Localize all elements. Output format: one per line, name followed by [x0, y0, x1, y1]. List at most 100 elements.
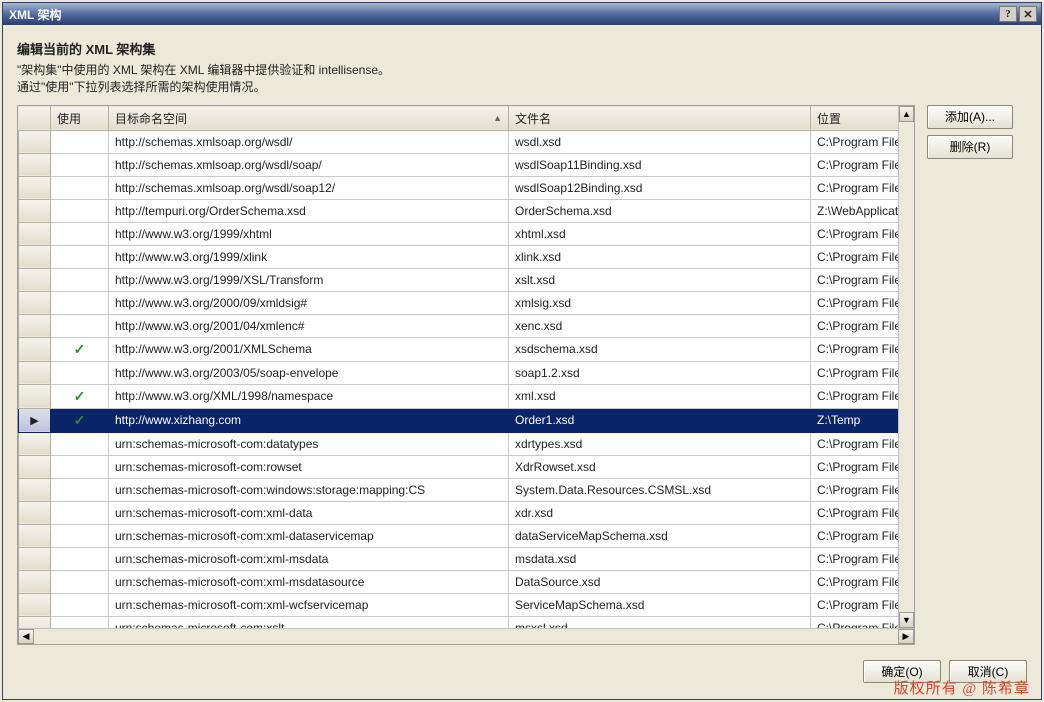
filename-cell[interactable]: wsdlSoap12Binding.xsd: [509, 176, 811, 199]
namespace-cell[interactable]: urn:schemas-microsoft-com:xml-data: [109, 501, 509, 524]
table-row[interactable]: ✓http://www.w3.org/2001/XMLSchemaxsdsche…: [19, 337, 899, 361]
row-header[interactable]: [19, 314, 51, 337]
location-cell[interactable]: C:\Program Files\Mic: [811, 524, 899, 547]
namespace-cell[interactable]: urn:schemas-microsoft-com:datatypes: [109, 432, 509, 455]
filename-cell[interactable]: xdrtypes.xsd: [509, 432, 811, 455]
scroll-down-icon[interactable]: ▼: [899, 612, 914, 628]
row-header[interactable]: [19, 616, 51, 628]
use-cell[interactable]: [51, 268, 109, 291]
namespace-cell[interactable]: http://www.xizhang.com: [109, 408, 509, 432]
use-cell[interactable]: [51, 176, 109, 199]
filename-cell[interactable]: wsdlSoap11Binding.xsd: [509, 153, 811, 176]
namespace-cell[interactable]: http://www.w3.org/XML/1998/namespace: [109, 384, 509, 408]
use-cell[interactable]: [51, 593, 109, 616]
scroll-right-icon[interactable]: ▶: [898, 629, 914, 644]
use-cell[interactable]: [51, 501, 109, 524]
use-cell[interactable]: [51, 570, 109, 593]
use-cell[interactable]: ✓: [51, 408, 109, 432]
location-cell[interactable]: C:\Program Files\Mic: [811, 291, 899, 314]
location-cell[interactable]: C:\Program Files\Mic: [811, 455, 899, 478]
location-cell[interactable]: C:\Program Files\Mic: [811, 222, 899, 245]
namespace-cell[interactable]: urn:schemas-microsoft-com:xml-wcfservice…: [109, 593, 509, 616]
namespace-cell[interactable]: http://www.w3.org/2003/05/soap-envelope: [109, 361, 509, 384]
filename-cell[interactable]: msdata.xsd: [509, 547, 811, 570]
filename-cell[interactable]: wsdl.xsd: [509, 130, 811, 153]
namespace-cell[interactable]: http://schemas.xmlsoap.org/wsdl/soap/: [109, 153, 509, 176]
row-header[interactable]: [19, 524, 51, 547]
table-row[interactable]: ▶✓http://www.xizhang.comOrder1.xsdZ:\Tem…: [19, 408, 899, 432]
table-row[interactable]: http://www.w3.org/1999/xhtmlxhtml.xsdC:\…: [19, 222, 899, 245]
namespace-cell[interactable]: urn:schemas-microsoft-com:xslt: [109, 616, 509, 628]
filename-cell[interactable]: xdr.xsd: [509, 501, 811, 524]
header-selector[interactable]: [19, 106, 51, 130]
filename-cell[interactable]: xslt.xsd: [509, 268, 811, 291]
location-cell[interactable]: Z:\Temp: [811, 408, 899, 432]
header-use[interactable]: 使用: [51, 106, 109, 130]
use-cell[interactable]: [51, 455, 109, 478]
table-row[interactable]: http://tempuri.org/OrderSchema.xsdOrderS…: [19, 199, 899, 222]
location-cell[interactable]: Z:\WebApplication1\: [811, 199, 899, 222]
filename-cell[interactable]: xhtml.xsd: [509, 222, 811, 245]
use-cell[interactable]: [51, 153, 109, 176]
use-cell[interactable]: ✓: [51, 384, 109, 408]
namespace-cell[interactable]: urn:schemas-microsoft-com:rowset: [109, 455, 509, 478]
table-row[interactable]: http://schemas.xmlsoap.org/wsdl/soap12/w…: [19, 176, 899, 199]
cancel-button[interactable]: 取消(C): [949, 660, 1027, 683]
location-cell[interactable]: C:\Program Files\Mic: [811, 268, 899, 291]
row-header[interactable]: [19, 245, 51, 268]
table-row[interactable]: http://schemas.xmlsoap.org/wsdl/wsdl.xsd…: [19, 130, 899, 153]
row-header[interactable]: [19, 593, 51, 616]
row-header[interactable]: [19, 570, 51, 593]
use-cell[interactable]: [51, 524, 109, 547]
ok-button[interactable]: 确定(O): [863, 660, 941, 683]
filename-cell[interactable]: Order1.xsd: [509, 408, 811, 432]
location-cell[interactable]: C:\Program Files\Mic: [811, 501, 899, 524]
namespace-cell[interactable]: http://www.w3.org/1999/XSL/Transform: [109, 268, 509, 291]
filename-cell[interactable]: xenc.xsd: [509, 314, 811, 337]
filename-cell[interactable]: xml.xsd: [509, 384, 811, 408]
table-row[interactable]: urn:schemas-microsoft-com:xml-msdatasour…: [19, 570, 899, 593]
table-row[interactable]: urn:schemas-microsoft-com:xsltmsxsl.xsdC…: [19, 616, 899, 628]
use-cell[interactable]: ✓: [51, 337, 109, 361]
table-row[interactable]: urn:schemas-microsoft-com:rowsetXdrRowse…: [19, 455, 899, 478]
location-cell[interactable]: C:\Program Files\Mic: [811, 478, 899, 501]
filename-cell[interactable]: DataSource.xsd: [509, 570, 811, 593]
table-row[interactable]: http://www.w3.org/1999/XSL/Transformxslt…: [19, 268, 899, 291]
filename-cell[interactable]: soap1.2.xsd: [509, 361, 811, 384]
location-cell[interactable]: C:\Program Files\Mic: [811, 616, 899, 628]
close-button[interactable]: ✕: [1019, 6, 1037, 22]
horizontal-scrollbar[interactable]: ◀ ▶: [18, 628, 914, 644]
add-button[interactable]: 添加(A)...: [927, 105, 1013, 129]
namespace-cell[interactable]: urn:schemas-microsoft-com:xml-msdatasour…: [109, 570, 509, 593]
remove-button[interactable]: 删除(R): [927, 135, 1013, 159]
location-cell[interactable]: C:\Program Files\Mic: [811, 361, 899, 384]
location-cell[interactable]: C:\Program Files\Mic: [811, 547, 899, 570]
location-cell[interactable]: C:\Program Files\Mic: [811, 570, 899, 593]
location-cell[interactable]: C:\Program Files\Mic: [811, 314, 899, 337]
table-row[interactable]: urn:schemas-microsoft-com:xml-dataservic…: [19, 524, 899, 547]
row-header[interactable]: [19, 478, 51, 501]
namespace-cell[interactable]: http://schemas.xmlsoap.org/wsdl/: [109, 130, 509, 153]
use-cell[interactable]: [51, 361, 109, 384]
namespace-cell[interactable]: urn:schemas-microsoft-com:windows:storag…: [109, 478, 509, 501]
filename-cell[interactable]: OrderSchema.xsd: [509, 199, 811, 222]
filename-cell[interactable]: System.Data.Resources.CSMSL.xsd: [509, 478, 811, 501]
filename-cell[interactable]: xmlsig.xsd: [509, 291, 811, 314]
row-header[interactable]: ▶: [19, 408, 51, 432]
namespace-cell[interactable]: http://www.w3.org/2001/XMLSchema: [109, 337, 509, 361]
row-header[interactable]: [19, 222, 51, 245]
use-cell[interactable]: [51, 478, 109, 501]
table-row[interactable]: ✓http://www.w3.org/XML/1998/namespacexml…: [19, 384, 899, 408]
row-header[interactable]: [19, 268, 51, 291]
location-cell[interactable]: C:\Program Files\Mic: [811, 432, 899, 455]
use-cell[interactable]: [51, 616, 109, 628]
help-button[interactable]: ?: [999, 6, 1017, 22]
namespace-cell[interactable]: http://www.w3.org/1999/xhtml: [109, 222, 509, 245]
location-cell[interactable]: C:\Program Files\Mic: [811, 593, 899, 616]
location-cell[interactable]: C:\Program Files\Mic: [811, 337, 899, 361]
filename-cell[interactable]: ServiceMapSchema.xsd: [509, 593, 811, 616]
table-row[interactable]: http://schemas.xmlsoap.org/wsdl/soap/wsd…: [19, 153, 899, 176]
location-cell[interactable]: C:\Program Files\Mic: [811, 176, 899, 199]
row-header[interactable]: [19, 130, 51, 153]
table-row[interactable]: http://www.w3.org/2000/09/xmldsig#xmlsig…: [19, 291, 899, 314]
